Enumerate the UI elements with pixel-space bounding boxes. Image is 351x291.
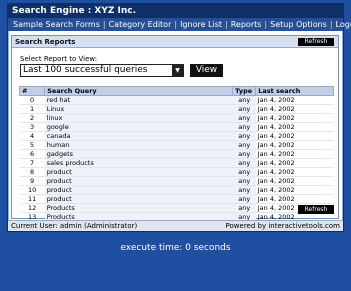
row-query: google: [44, 122, 233, 132]
reports-panel: Search Reports Refresh Select Report to …: [11, 35, 339, 222]
row-type: any: [232, 140, 256, 150]
menu-reports[interactable]: Reports: [229, 18, 264, 31]
row-type: any: [232, 203, 256, 213]
row-last-search: Jan 4, 2002: [255, 131, 334, 141]
row-last-search: Jan 4, 2002: [255, 185, 334, 195]
row-query: human: [44, 140, 233, 150]
report-select[interactable]: Last 100 successful queries ▼: [20, 64, 184, 77]
refresh-button-bottom[interactable]: Refresh: [298, 205, 334, 214]
report-table: # Search Query Type Last search 0 red hat…: [18, 86, 334, 222]
row-query: product: [44, 176, 233, 186]
app-window: Search Engine : XYZ Inc. Sample Search F…: [7, 3, 351, 232]
row-last-search: Jan 4, 2002: [255, 194, 334, 204]
row-last-search: Jan 4, 2002: [255, 140, 334, 150]
row-type: any: [232, 113, 256, 123]
row-last-search: Jan 4, 2002: [255, 95, 334, 105]
current-user: Current User: admin (Administrator): [11, 222, 138, 230]
row-query: product: [44, 185, 233, 195]
col-header-type: Type: [232, 86, 257, 96]
powered-by-link[interactable]: Powered by interactivetools.com: [226, 221, 340, 231]
row-type: any: [232, 95, 256, 105]
row-number: 3: [19, 122, 45, 132]
col-header-query: Search Query: [44, 86, 234, 96]
table-row: 1 Linux any Jan 4, 2002: [19, 104, 334, 114]
row-last-search: Jan 4, 2002: [255, 167, 334, 177]
table-row: 8 product any Jan 4, 2002: [19, 167, 334, 177]
table-row: 2 linux any Jan 4, 2002: [19, 113, 334, 123]
row-query: Linux: [44, 104, 233, 114]
window-title: Search Engine : XYZ Inc.: [8, 4, 343, 18]
execute-time: execute time: 0 seconds: [120, 243, 231, 253]
table-row: 0 red hat any Jan 4, 2002: [19, 95, 334, 105]
menu-category-editor[interactable]: Category Editor: [107, 18, 174, 31]
row-type: any: [232, 167, 256, 177]
panel-title: Search Reports: [12, 36, 338, 48]
select-report-label: Select Report to View:: [20, 55, 98, 63]
menu-setup-options[interactable]: Setup Options: [268, 18, 329, 31]
row-query: sales products: [44, 158, 233, 168]
row-number: 9: [19, 176, 45, 186]
row-type: any: [232, 131, 256, 141]
row-last-search: Jan 4, 2002: [255, 113, 334, 123]
menu-sample-search-forms[interactable]: Sample Search Forms: [11, 18, 102, 31]
row-query: product: [44, 167, 233, 177]
row-type: any: [232, 185, 256, 195]
row-number: 12: [19, 203, 45, 213]
row-number: 10: [19, 185, 45, 195]
row-number: 0: [19, 95, 45, 105]
col-header-last-search: Last search: [255, 86, 334, 96]
chevron-down-icon[interactable]: ▼: [172, 65, 183, 76]
refresh-button-top[interactable]: Refresh: [298, 38, 334, 46]
row-number: 2: [19, 113, 45, 123]
row-query: product: [44, 194, 233, 204]
row-number: 7: [19, 158, 45, 168]
row-type: any: [232, 194, 256, 204]
table-row: 9 product any Jan 4, 2002: [19, 176, 334, 186]
row-query: gadgets: [44, 149, 233, 159]
row-number: 1: [19, 104, 45, 114]
menu-bar: Sample Search Forms | Category Editor | …: [8, 18, 351, 31]
row-type: any: [232, 149, 256, 159]
table-row: 11 product any Jan 4, 2002: [19, 194, 334, 204]
table-row: 6 gadgets any Jan 4, 2002: [19, 149, 334, 159]
row-type: any: [232, 176, 256, 186]
row-number: 8: [19, 167, 45, 177]
table-row: 12 Products any Jan 4, 2002: [19, 203, 334, 213]
row-query: canada: [44, 131, 233, 141]
status-bar: Current User: admin (Administrator) Powe…: [8, 220, 343, 231]
table-row: 3 google any Jan 4, 2002: [19, 122, 334, 132]
table-row: 10 product any Jan 4, 2002: [19, 185, 334, 195]
row-last-search: Jan 4, 2002: [255, 104, 334, 114]
row-last-search: Jan 4, 2002: [255, 176, 334, 186]
table-row: 5 human any Jan 4, 2002: [19, 140, 334, 150]
report-select-value: Last 100 successful queries: [23, 65, 148, 75]
row-number: 11: [19, 194, 45, 204]
table-header-row: # Search Query Type Last search: [18, 86, 334, 96]
row-type: any: [232, 122, 256, 132]
table-row: 4 canada any Jan 4, 2002: [19, 131, 334, 141]
row-number: 5: [19, 140, 45, 150]
menu-ignore-list[interactable]: Ignore List: [178, 18, 224, 31]
row-number: 6: [19, 149, 45, 159]
row-query: Products: [44, 203, 233, 213]
row-last-search: Jan 4, 2002: [255, 122, 334, 132]
row-query: linux: [44, 113, 233, 123]
col-header-number: #: [18, 86, 46, 96]
view-button[interactable]: View: [190, 64, 223, 77]
row-last-search: Jan 4, 2002: [255, 158, 334, 168]
row-type: any: [232, 104, 256, 114]
row-query: red hat: [44, 95, 233, 105]
menu-logoff[interactable]: Logoff: [334, 18, 351, 31]
row-last-search: Jan 4, 2002: [255, 149, 334, 159]
table-row: 7 sales products any Jan 4, 2002: [19, 158, 334, 168]
row-type: any: [232, 158, 256, 168]
row-number: 4: [19, 131, 45, 141]
